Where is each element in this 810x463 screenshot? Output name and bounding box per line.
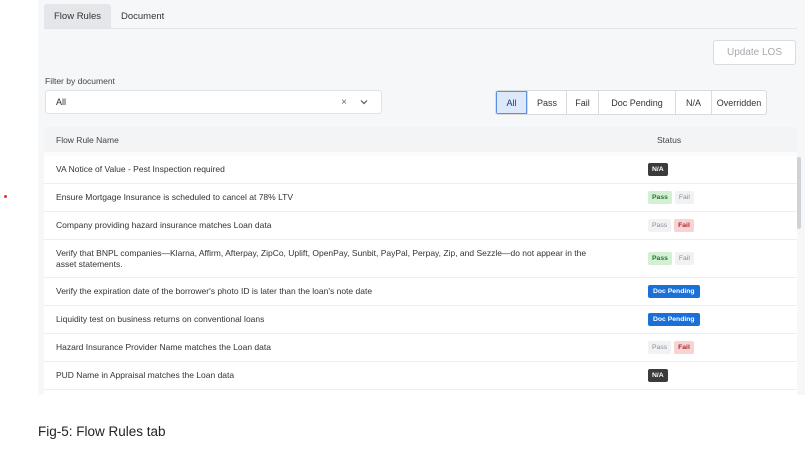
table-body: VA Notice of Value - Pest Inspection req… bbox=[44, 156, 797, 390]
rule-status: Doc Pending bbox=[623, 313, 700, 326]
status-filter-na[interactable]: N/A bbox=[675, 91, 711, 114]
chevron-down-icon[interactable] bbox=[357, 95, 371, 109]
status-badge-fail: Fail bbox=[674, 252, 694, 265]
rule-status: Doc Pending bbox=[623, 285, 700, 298]
rule-name: Liquidity test on business returns on co… bbox=[56, 314, 265, 324]
tab-flow-rules[interactable]: Flow Rules bbox=[44, 4, 111, 28]
table-scrollbar[interactable] bbox=[797, 157, 801, 229]
rule-name: PUD Name in Appraisal matches the Loan d… bbox=[56, 370, 235, 380]
status-filter-fail[interactable]: Fail bbox=[566, 91, 598, 114]
marker-dot bbox=[4, 195, 7, 198]
tab-bar: Flow Rules Document bbox=[44, 4, 174, 28]
table-row[interactable]: Ensure Mortgage Insurance is scheduled t… bbox=[44, 184, 797, 212]
flow-rules-panel: Flow Rules Document Update LOS Filter by… bbox=[38, 0, 805, 395]
filter-label: Filter by document bbox=[45, 76, 115, 86]
status-filter-pass[interactable]: Pass bbox=[527, 91, 566, 114]
status-badge-pass: Pass bbox=[648, 341, 672, 354]
table-header: Flow Rule Name Status bbox=[44, 127, 797, 152]
filter-value: All bbox=[56, 97, 67, 107]
status-badge-doc-pending: Doc Pending bbox=[648, 285, 700, 298]
status-filter-overridden[interactable]: Overridden bbox=[711, 91, 766, 114]
status-badge-fail: Fail bbox=[674, 191, 694, 204]
status-badge-pass: Pass bbox=[648, 252, 672, 265]
table-row[interactable]: Verify the expiration date of the borrow… bbox=[44, 278, 797, 306]
rule-status: Pass Fail bbox=[623, 252, 694, 265]
rule-name: Hazard Insurance Provider Name matches t… bbox=[56, 342, 271, 352]
rule-name: Ensure Mortgage Insurance is scheduled t… bbox=[56, 192, 294, 202]
rule-name: Verify the expiration date of the borrow… bbox=[56, 286, 373, 296]
table-row[interactable]: Hazard Insurance Provider Name matches t… bbox=[44, 334, 797, 362]
table-row[interactable]: Verify that BNPL companies—Klarna, Affir… bbox=[44, 240, 797, 278]
table-row[interactable]: Company providing hazard insurance match… bbox=[44, 212, 797, 240]
table-row[interactable]: PUD Name in Appraisal matches the Loan d… bbox=[44, 362, 797, 390]
flow-rules-table: Flow Rule Name Status VA Notice of Value… bbox=[44, 127, 797, 395]
update-los-button[interactable]: Update LOS bbox=[713, 40, 796, 65]
status-badge-pass: Pass bbox=[648, 191, 672, 204]
rule-status: Pass Fail bbox=[623, 219, 694, 232]
status-filter-all[interactable]: All bbox=[496, 91, 527, 114]
status-filter-doc-pending[interactable]: Doc Pending bbox=[598, 91, 675, 114]
clear-icon[interactable]: × bbox=[337, 97, 351, 108]
table-row[interactable]: Liquidity test on business returns on co… bbox=[44, 306, 797, 334]
rule-name: Verify that BNPL companies—Klarna, Affir… bbox=[56, 247, 587, 269]
status-badge-fail: Fail bbox=[674, 341, 694, 354]
status-badge-na: N/A bbox=[648, 369, 668, 382]
status-badge-fail: Fail bbox=[674, 219, 694, 232]
status-badge-na: N/A bbox=[648, 163, 668, 176]
status-filter-group: All Pass Fail Doc Pending N/A Overridden bbox=[495, 90, 767, 115]
status-badge-pass: Pass bbox=[648, 219, 672, 232]
rule-status: Pass Fail bbox=[623, 341, 694, 354]
rule-name: Company providing hazard insurance match… bbox=[56, 220, 272, 230]
figure-caption: Fig-5: Flow Rules tab bbox=[38, 424, 166, 439]
column-header-name: Flow Rule Name bbox=[56, 134, 119, 145]
tab-divider bbox=[44, 28, 797, 29]
rule-name: VA Notice of Value - Pest Inspection req… bbox=[56, 164, 225, 174]
rule-status: Pass Fail bbox=[623, 191, 694, 204]
table-row[interactable]: VA Notice of Value - Pest Inspection req… bbox=[44, 156, 797, 184]
document-filter-select[interactable]: All × bbox=[45, 90, 382, 114]
column-header-status: Status bbox=[657, 134, 682, 145]
status-badge-doc-pending: Doc Pending bbox=[648, 313, 700, 326]
rule-status: N/A bbox=[623, 369, 668, 382]
tab-document[interactable]: Document bbox=[111, 4, 174, 28]
rule-status: N/A bbox=[623, 163, 668, 176]
